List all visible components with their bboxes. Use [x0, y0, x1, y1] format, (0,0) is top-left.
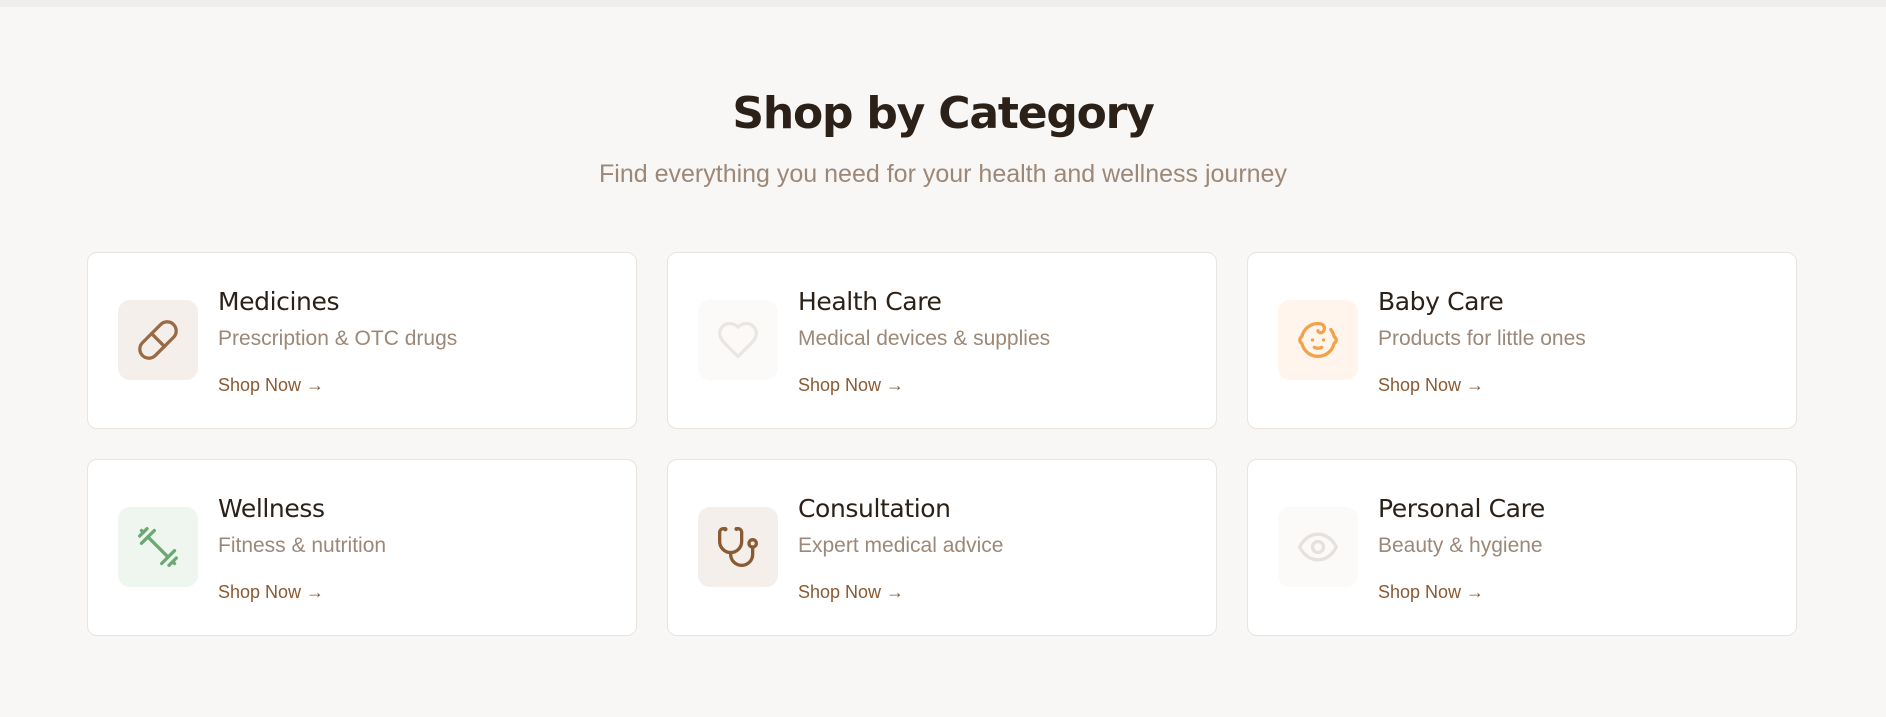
pill-icon	[138, 320, 178, 360]
category-title: Medicines	[218, 287, 340, 316]
category-description: Beauty & hygiene	[1378, 534, 1543, 557]
shop-now-link[interactable]: Shop Now →	[218, 580, 324, 604]
category-description: Medical devices & supplies	[798, 327, 1051, 350]
shop-now-link[interactable]: Shop Now →	[218, 373, 324, 397]
category-description: Prescription & OTC drugs	[218, 327, 458, 350]
category-title: Health Care	[798, 287, 942, 316]
category-title: Consultation	[798, 494, 951, 523]
category-card-wellness[interactable]: Wellness Fitness & nutrition Shop Now →	[87, 459, 637, 636]
category-icon-box	[1278, 507, 1358, 587]
category-icon-box	[698, 300, 778, 380]
heart-icon	[718, 321, 758, 359]
category-icon-box	[118, 507, 198, 587]
shop-now-link[interactable]: Shop Now →	[798, 580, 904, 604]
category-title: Personal Care	[1378, 494, 1545, 523]
shop-now-link[interactable]: Shop Now →	[1378, 373, 1484, 397]
category-card-baby-care[interactable]: Baby Care Products for little ones Shop …	[1247, 252, 1797, 429]
shop-now-link[interactable]: Shop Now →	[1378, 580, 1484, 604]
shop-now-link[interactable]: Shop Now →	[798, 373, 904, 397]
category-card-personal-care[interactable]: Personal Care Beauty & hygiene Shop Now …	[1247, 459, 1797, 636]
section-subtitle: Find everything you need for your health…	[599, 160, 1287, 188]
section-title: Shop by Category	[732, 88, 1155, 139]
dumbbell-icon	[138, 527, 178, 567]
category-title: Baby Care	[1378, 287, 1504, 316]
category-grid: Medicines Prescription & OTC drugs Shop …	[87, 252, 1798, 636]
category-icon-box	[118, 300, 198, 380]
category-card-health-care[interactable]: Health Care Medical devices & supplies S…	[667, 252, 1217, 429]
shop-by-category-section: Shop by Category Find everything you nee…	[0, 0, 1886, 717]
category-card-consultation[interactable]: Consultation Expert medical advice Shop …	[667, 459, 1217, 636]
category-description: Products for little ones	[1378, 327, 1586, 350]
category-card-medicines[interactable]: Medicines Prescription & OTC drugs Shop …	[87, 252, 637, 429]
category-icon-box	[1278, 300, 1358, 380]
category-description: Expert medical advice	[798, 534, 1004, 557]
stethoscope-icon	[718, 527, 758, 567]
baby-icon	[1298, 321, 1338, 358]
category-description: Fitness & nutrition	[218, 534, 387, 557]
category-icon-box	[698, 507, 778, 587]
category-title: Wellness	[218, 494, 325, 523]
eye-icon	[1298, 532, 1338, 562]
